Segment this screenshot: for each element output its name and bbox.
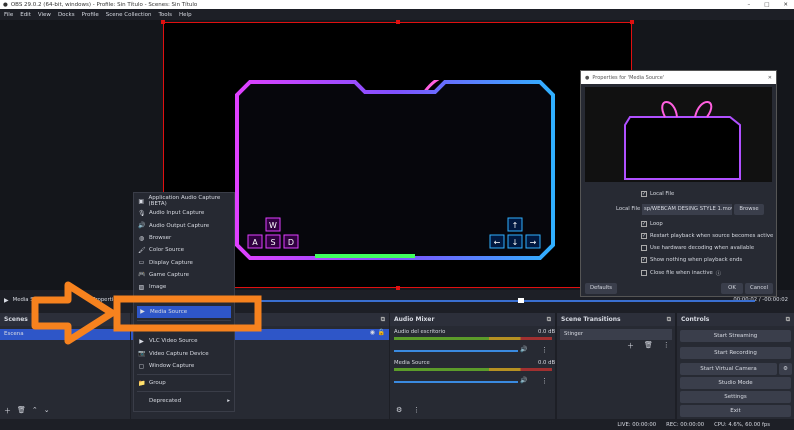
annotation-arrow (31, 281, 116, 345)
annotation-overlay (31, 281, 262, 345)
annotation-highlight-box (113, 295, 262, 332)
